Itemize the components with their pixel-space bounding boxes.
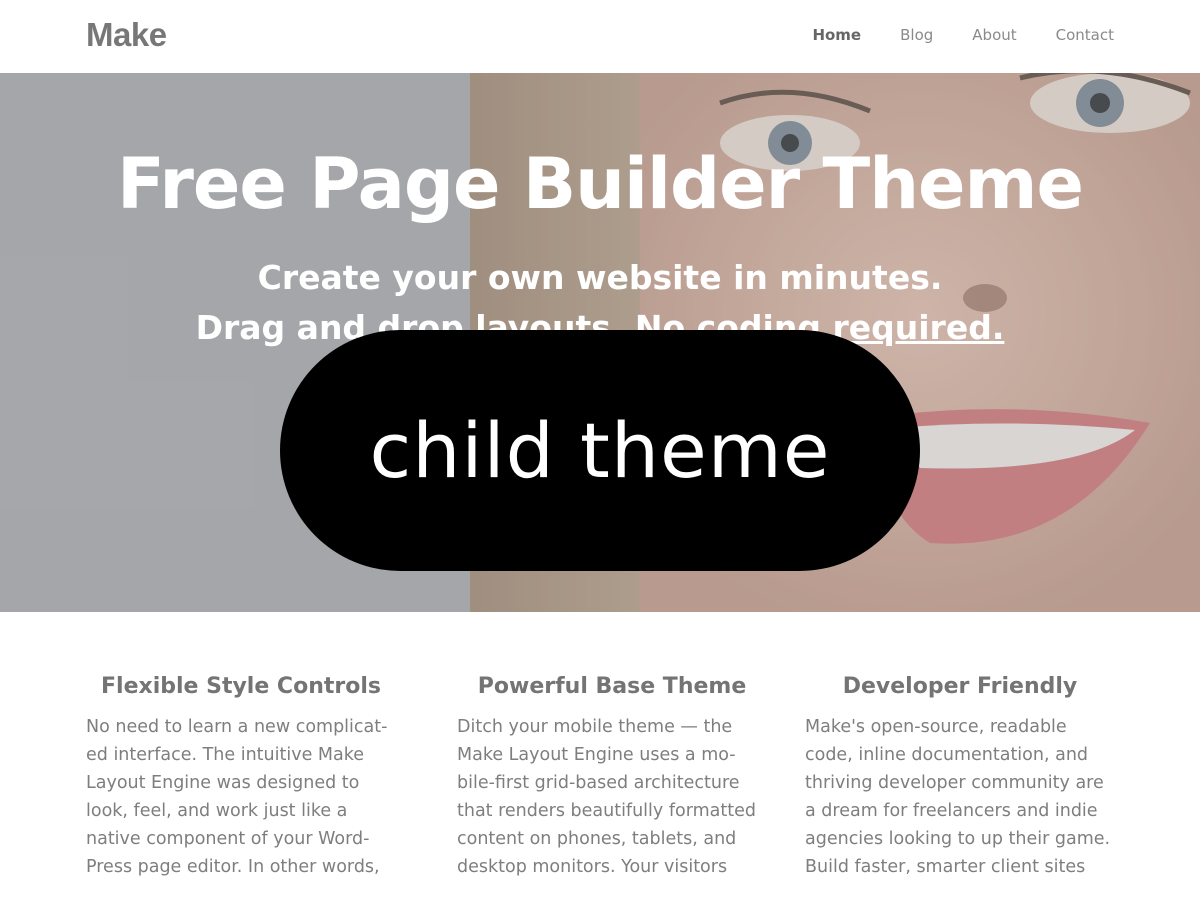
nav-home[interactable]: Home <box>812 26 861 44</box>
feature-title: Powerful Base Theme <box>477 674 747 699</box>
nav-about[interactable]: About <box>972 26 1016 44</box>
child-theme-badge-label: child theme <box>369 406 831 495</box>
feature-text: Ditch your mobile theme — the Make Layou… <box>457 717 756 877</box>
feature-column-base-theme: Powerful Base Theme Ditch your mobile th… <box>457 674 767 881</box>
site-header: Make Home Blog About Contact <box>0 0 1200 73</box>
feature-title: Flexible Style Controls <box>101 674 381 699</box>
feature-column-style-controls: Flexible Style Controls No need to learn… <box>86 674 396 881</box>
hero-banner: Free Page Builder Theme Create your own … <box>0 73 1200 612</box>
feature-text: Make's open-source, readable code, inlin… <box>805 717 1111 877</box>
hero-subtitle-link[interactable]: required. <box>832 308 1004 347</box>
feature-text: No need to learn a new complicat- ed int… <box>86 717 388 877</box>
hero-subtitle-line-1: Create your own website in minutes. <box>257 258 943 297</box>
main-nav: Home Blog About Contact <box>812 26 1114 44</box>
child-theme-badge: child theme <box>280 330 920 571</box>
feature-title: Developer Friendly <box>842 674 1078 699</box>
hero-title: Free Page Builder Theme <box>117 143 1084 225</box>
feature-column-developer-friendly: Developer Friendly Make's open-source, r… <box>805 674 1115 881</box>
features-section: Flexible Style Controls No need to learn… <box>0 612 1200 900</box>
nav-blog[interactable]: Blog <box>900 26 933 44</box>
site-logo[interactable]: Make <box>86 16 167 54</box>
nav-contact[interactable]: Contact <box>1056 26 1114 44</box>
